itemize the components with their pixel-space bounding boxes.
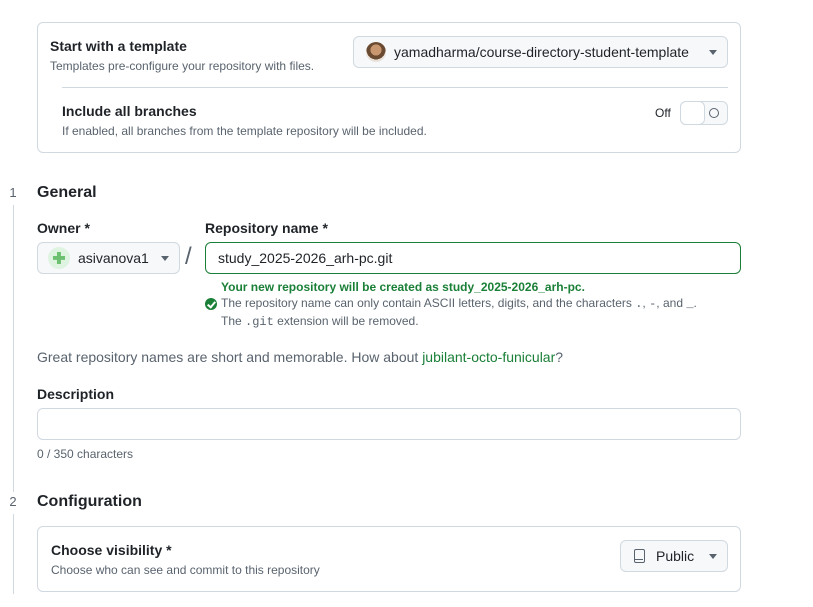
description-char-count: 0 / 350 characters (37, 447, 134, 461)
description-label: Description (37, 386, 115, 402)
visibility-card: Choose visibility * Choose who can see a… (37, 526, 741, 592)
include-branches-subtitle: If enabled, all branches from the templa… (62, 124, 427, 138)
owner-label: Owner * (37, 220, 90, 236)
owner-avatar (48, 247, 70, 269)
name-suggestion: Great repository names are short and mem… (37, 349, 564, 365)
step-number-general: 1 (0, 185, 26, 200)
chevron-down-icon (161, 255, 169, 261)
chevron-down-icon (709, 553, 717, 559)
include-branches-title: Include all branches (62, 103, 197, 119)
template-owner-avatar (366, 42, 386, 62)
template-select-button[interactable]: yamadharma/course-directory-student-temp… (353, 36, 728, 68)
check-circle-icon (205, 298, 217, 310)
toggle-state-label: Off (655, 106, 671, 120)
owner-select-button[interactable]: asivanova1 (37, 242, 180, 274)
description-input[interactable] (37, 408, 741, 440)
visibility-title: Choose visibility * (51, 542, 172, 558)
toggle-off-icon (709, 108, 719, 118)
git-extension-hint: The .git extension will be removed. (221, 314, 419, 329)
template-card: Start with a template Templates pre-conf… (37, 22, 741, 153)
repo-icon (634, 549, 645, 563)
template-subtitle: Templates pre-configure your repository … (50, 59, 315, 73)
step-timeline-line (13, 205, 14, 492)
divider (62, 87, 728, 88)
step-number-configuration: 2 (0, 494, 26, 509)
repository-name-label: Repository name * (205, 220, 328, 236)
chevron-down-icon (709, 49, 717, 55)
repository-name-hint: The repository name can only contain ASC… (221, 296, 697, 311)
repository-name-success-message: Your new repository will be created as s… (221, 280, 585, 294)
template-select-label: yamadharma/course-directory-student-temp… (394, 44, 689, 60)
visibility-subtitle: Choose who can see and commit to this re… (51, 563, 320, 577)
visibility-select-button[interactable]: Public (620, 540, 728, 572)
owner-select-label: asivanova1 (78, 250, 149, 266)
template-title: Start with a template (50, 38, 187, 54)
suggested-name-link[interactable]: jubilant-octo-funicular (422, 349, 555, 365)
section-title-general: General (37, 184, 97, 201)
owner-repo-separator: / (185, 243, 192, 270)
repository-name-input[interactable] (205, 242, 741, 274)
visibility-select-label: Public (656, 548, 695, 564)
step-timeline-line (13, 514, 14, 594)
toggle-knob (680, 101, 705, 125)
section-title-configuration: Configuration (37, 493, 142, 510)
include-branches-toggle[interactable] (680, 101, 728, 125)
